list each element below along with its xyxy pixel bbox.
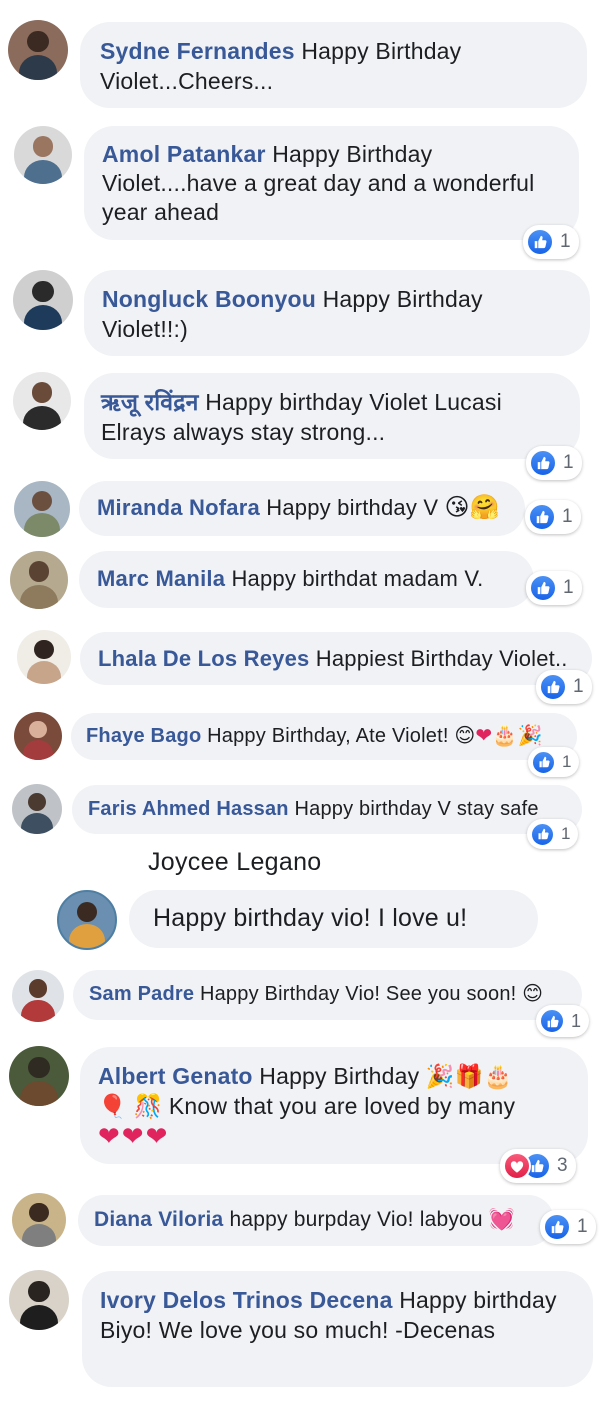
reaction-number: 1 bbox=[563, 452, 574, 473]
sparkling-heart-icon: 💓 bbox=[488, 1208, 516, 1231]
reaction-number: 1 bbox=[577, 1216, 588, 1237]
reaction-number: 3 bbox=[557, 1155, 568, 1176]
comment-text: Happy birthday V stay safe bbox=[294, 798, 539, 820]
comment-author[interactable]: Marc Manila bbox=[97, 566, 225, 591]
comment-author[interactable]: Faris Ahmed Hassan bbox=[88, 798, 289, 820]
like-icon bbox=[530, 821, 555, 847]
cake-icon: 🎂 bbox=[483, 1063, 513, 1089]
heart-icon: ❤ bbox=[145, 1121, 170, 1151]
like-icon bbox=[543, 1213, 571, 1241]
avatar[interactable] bbox=[10, 551, 68, 609]
comment-bubble: Lhala De Los Reyes Happiest Birthday Vio… bbox=[80, 632, 592, 685]
avatar[interactable] bbox=[57, 890, 117, 950]
like-icon bbox=[526, 228, 554, 256]
reaction-count[interactable]: 1 bbox=[536, 1005, 590, 1037]
reaction-count[interactable]: 1 bbox=[525, 500, 581, 534]
reaction-number: 1 bbox=[563, 577, 574, 598]
comment-text: Happy Birthday bbox=[259, 1063, 420, 1089]
comment-bubble: Nongluck Boonyou Happy Birthday Violet!!… bbox=[84, 270, 590, 356]
comment-text: Happy birthday V bbox=[266, 495, 439, 520]
reaction-number: 1 bbox=[560, 231, 571, 252]
reaction-count[interactable]: 3 bbox=[500, 1149, 576, 1183]
comment-text: happy burpday Vio! labyou bbox=[229, 1208, 483, 1231]
comment-bubble: ऋजू रविंद्रन Happy birthday Violet Lucas… bbox=[84, 373, 580, 459]
avatar[interactable] bbox=[13, 372, 71, 430]
smile-icon: 😊 bbox=[522, 983, 544, 1005]
like-icon bbox=[529, 574, 557, 602]
comment-bubble: Sam Padre Happy Birthday Vio! See you so… bbox=[73, 970, 582, 1020]
comment-bubble: Happy birthday vio! I love u! bbox=[129, 890, 538, 948]
comment-bubble: Ivory Delos Trinos Decena Happy birthday… bbox=[82, 1271, 593, 1387]
like-icon bbox=[529, 449, 557, 477]
avatar[interactable] bbox=[12, 970, 64, 1022]
comment-author[interactable]: Joycee Legano bbox=[148, 848, 321, 877]
heart-icon: ❤ bbox=[98, 1121, 122, 1151]
avatar[interactable] bbox=[9, 1270, 69, 1330]
comment-text: Happy birthday vio! I love u! bbox=[153, 904, 468, 932]
reaction-count[interactable]: 1 bbox=[526, 446, 582, 480]
comment-text: Happy Birthday, Ate Violet! bbox=[207, 725, 449, 747]
comment-bubble: Sydne Fernandes Happy Birthday Violet...… bbox=[80, 22, 587, 108]
comment-bubble: Miranda Nofara Happy birthday V 😘🤗 bbox=[79, 481, 525, 536]
reaction-number: 1 bbox=[562, 506, 573, 527]
reaction-count[interactable]: 1 bbox=[528, 747, 580, 777]
heart-icon: ❤ bbox=[121, 1121, 146, 1151]
comment-bubble: Diana Viloria happy burpday Vio! labyou … bbox=[78, 1195, 554, 1246]
reaction-number: 1 bbox=[573, 676, 584, 697]
like-icon bbox=[539, 1008, 565, 1034]
comment-bubble: Marc Manila Happy birthdat madam V. bbox=[79, 551, 534, 608]
cake-icon: 🎂 bbox=[492, 725, 518, 747]
comment-author[interactable]: ऋजू रविंद्रन bbox=[101, 389, 199, 415]
comment-author[interactable]: Diana Viloria bbox=[94, 1208, 223, 1231]
avatar[interactable] bbox=[14, 481, 70, 537]
comment-text: Happy birthdat madam V. bbox=[231, 566, 484, 591]
reaction-count[interactable]: 1 bbox=[526, 571, 582, 605]
comment-author[interactable]: Amol Patankar bbox=[102, 141, 266, 167]
party-popper-icon: 🎉 bbox=[517, 725, 543, 747]
gift-icon: 🎁 bbox=[454, 1063, 484, 1089]
like-icon bbox=[539, 673, 567, 701]
reaction-number: 1 bbox=[561, 824, 571, 843]
reaction-count[interactable]: 1 bbox=[523, 225, 579, 259]
comment-text: Happy Birthday Vio! See you soon! bbox=[199, 983, 517, 1005]
comment-text-line2: Know that you are loved by many bbox=[168, 1093, 516, 1119]
avatar[interactable] bbox=[12, 1193, 66, 1247]
reaction-number: 1 bbox=[562, 752, 572, 771]
comment-text: Happiest Birthday Violet.. bbox=[315, 646, 568, 671]
reaction-count[interactable]: 1 bbox=[540, 1210, 596, 1244]
reaction-number: 1 bbox=[571, 1010, 582, 1031]
heart-icon: ❤ bbox=[475, 725, 493, 747]
comment-author[interactable]: Albert Genato bbox=[98, 1063, 253, 1089]
avatar[interactable] bbox=[17, 630, 71, 684]
comment-bubble: Fhaye Bago Happy Birthday, Ate Violet! 😊… bbox=[71, 713, 577, 760]
like-icon bbox=[531, 749, 556, 775]
comment-author[interactable]: Nongluck Boonyou bbox=[102, 286, 316, 312]
smile-icon: 😊 bbox=[454, 725, 476, 747]
comment-bubble: Albert Genato Happy Birthday 🎉🎁🎂 🎈 🎊 Kno… bbox=[80, 1047, 588, 1164]
reaction-count[interactable]: 1 bbox=[536, 670, 592, 704]
avatar[interactable] bbox=[12, 784, 62, 834]
comment-author[interactable]: Sydne Fernandes bbox=[100, 38, 295, 64]
avatar[interactable] bbox=[8, 20, 68, 80]
confetti-ball-icon: 🎊 bbox=[133, 1093, 163, 1119]
like-icon bbox=[528, 503, 556, 531]
avatar[interactable] bbox=[13, 270, 73, 330]
love-icon bbox=[503, 1152, 531, 1180]
comment-author[interactable]: Ivory Delos Trinos Decena bbox=[100, 1287, 393, 1313]
avatar[interactable] bbox=[9, 1046, 69, 1106]
wink-kiss-icon: 😘 bbox=[444, 494, 470, 521]
party-popper-icon: 🎉 bbox=[425, 1063, 455, 1089]
comment-bubble: Amol Patankar Happy Birthday Violet....h… bbox=[84, 126, 579, 240]
avatar[interactable] bbox=[14, 712, 62, 760]
comment-author[interactable]: Sam Padre bbox=[89, 983, 194, 1005]
comment-author[interactable]: Fhaye Bago bbox=[86, 725, 201, 747]
reaction-count[interactable]: 1 bbox=[527, 819, 579, 849]
comment-author[interactable]: Lhala De Los Reyes bbox=[98, 646, 309, 671]
hug-icon: 🤗 bbox=[469, 494, 500, 521]
avatar[interactable] bbox=[14, 126, 72, 184]
comment-bubble: Faris Ahmed Hassan Happy birthday V stay… bbox=[72, 785, 582, 834]
comment-author[interactable]: Miranda Nofara bbox=[97, 495, 260, 520]
balloon-icon: 🎈 bbox=[98, 1093, 127, 1119]
